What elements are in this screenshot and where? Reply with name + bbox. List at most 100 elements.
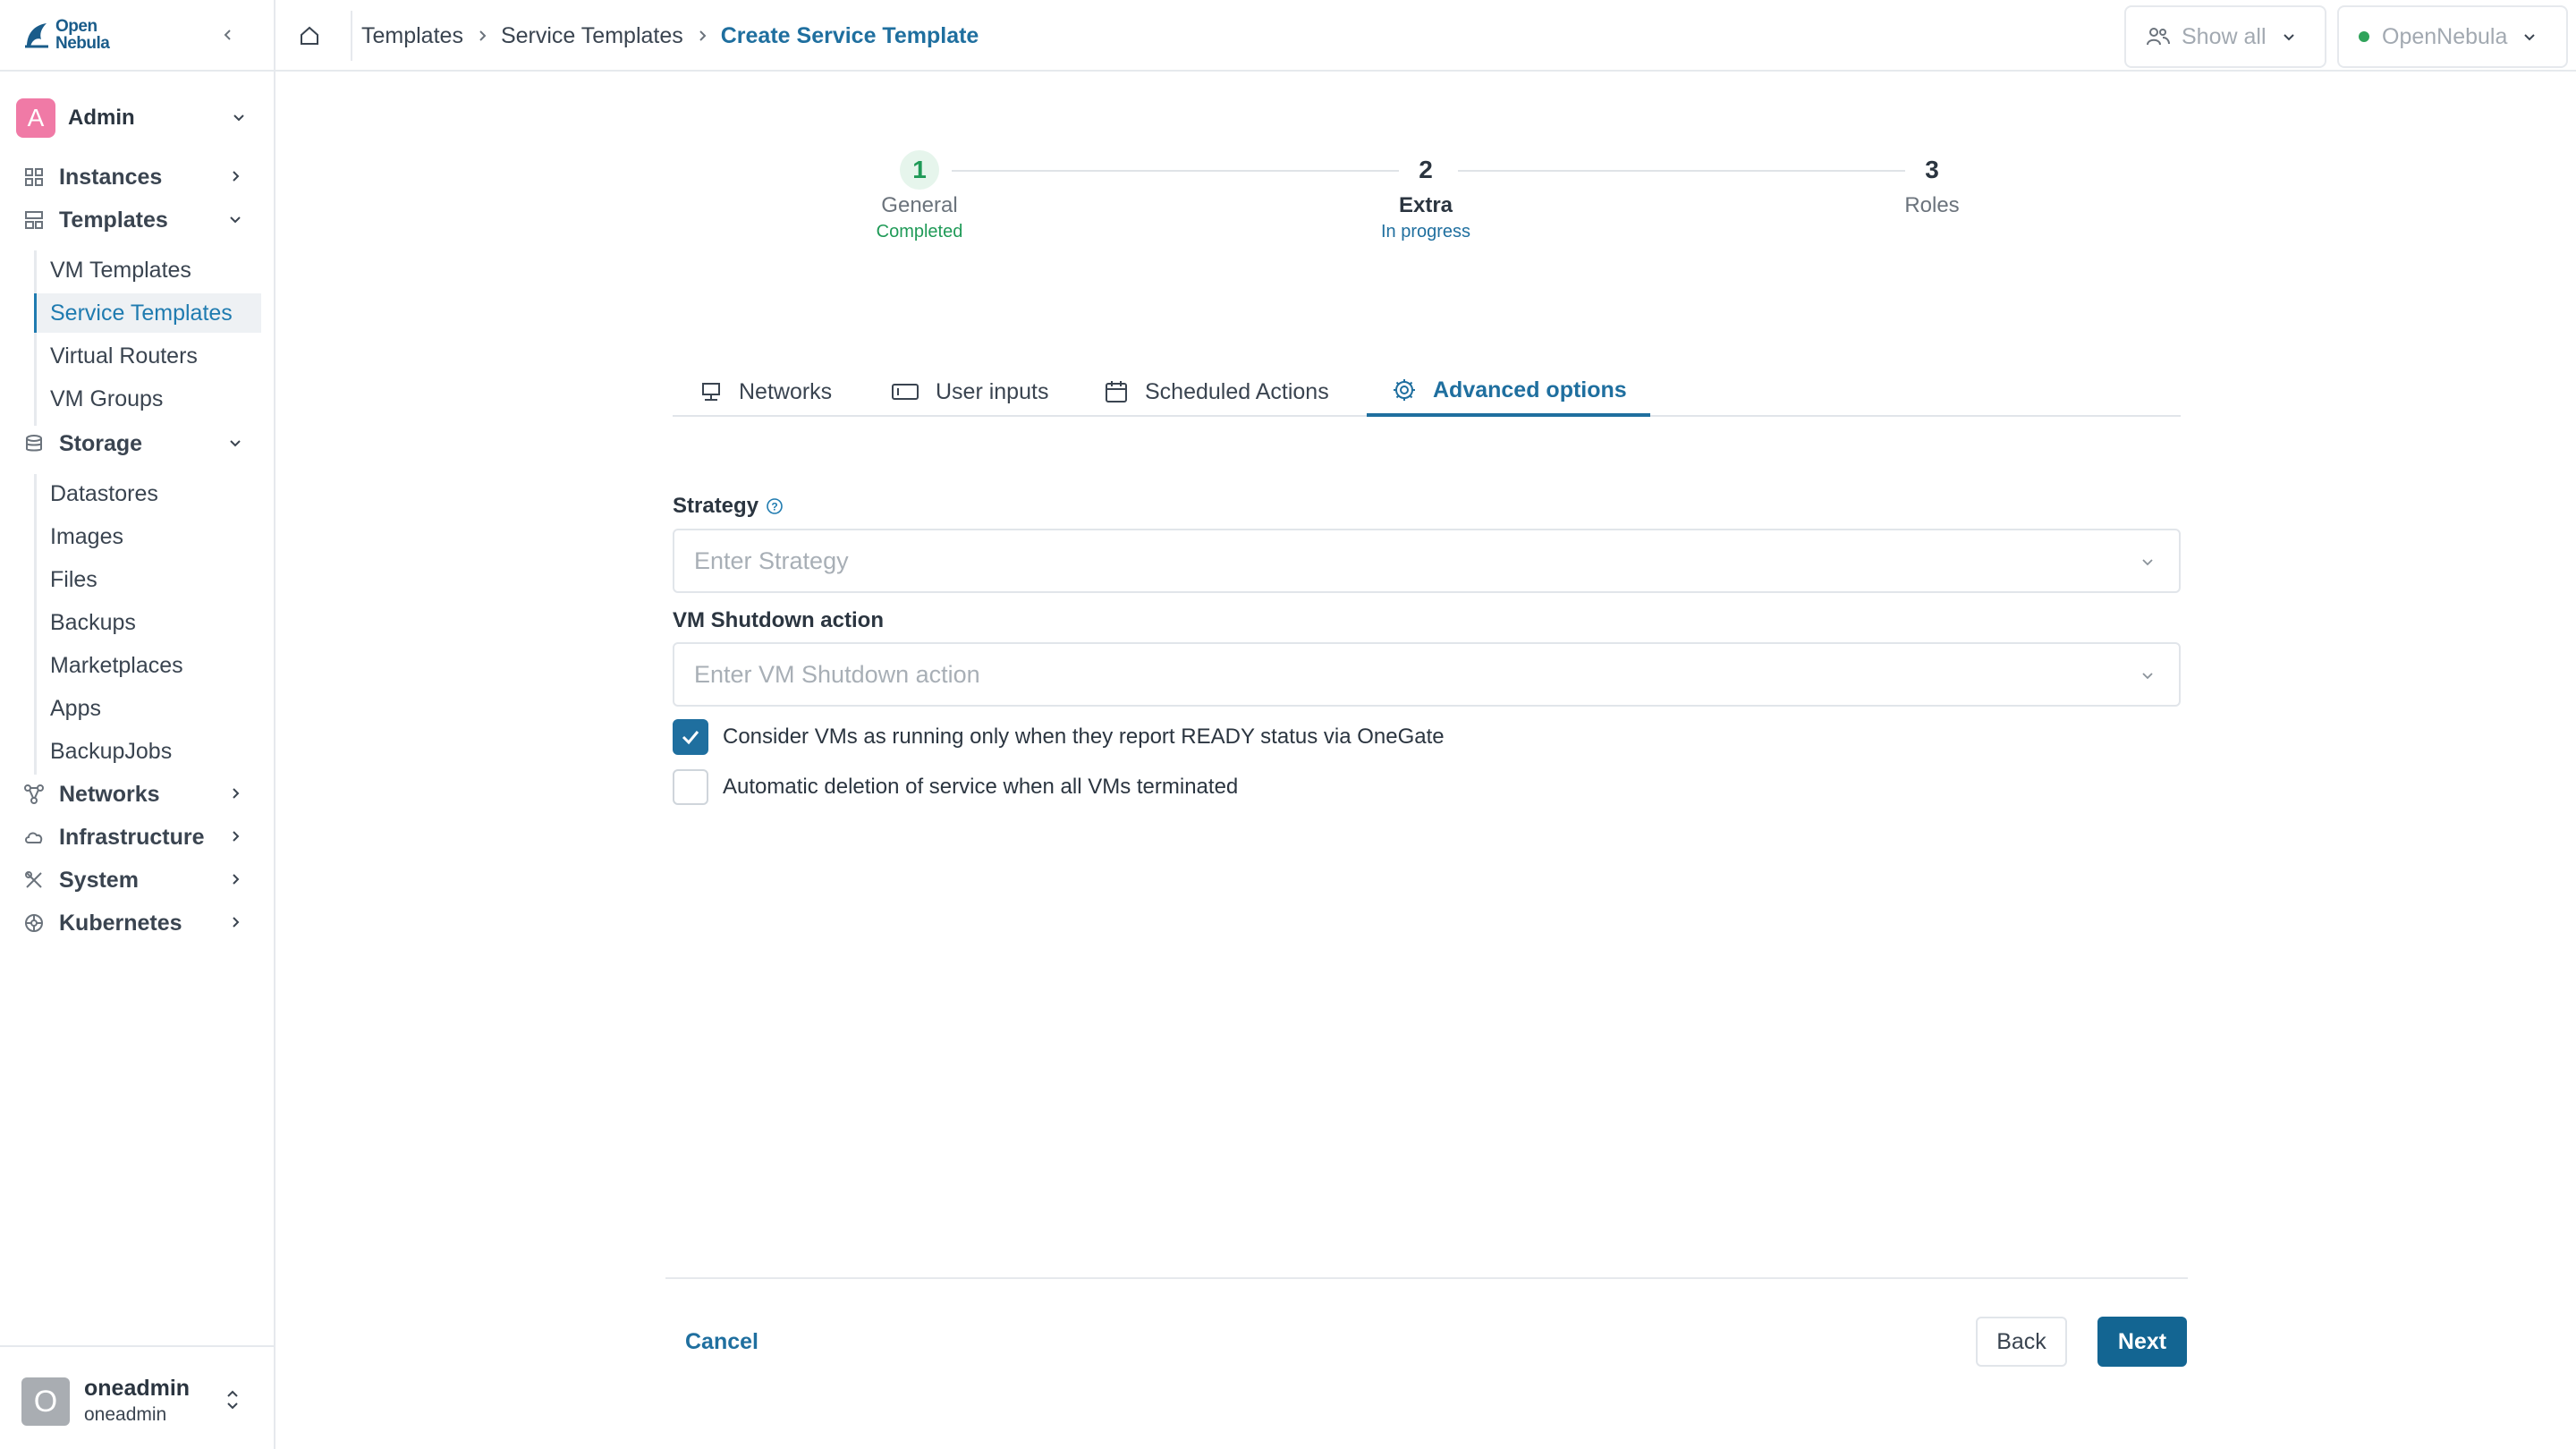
group-filter-select[interactable]: Show all (2124, 5, 2326, 68)
tab-user-inputs[interactable]: User inputs (891, 367, 1048, 417)
chevron-down-icon (2524, 34, 2536, 41)
chevron-up-down-icon (227, 1390, 238, 1410)
account-switcher[interactable]: A Admin (16, 97, 259, 140)
sidebar-item-virtual-routers[interactable]: Virtual Routers (34, 336, 261, 376)
sidebar-item-apps[interactable]: Apps (34, 689, 261, 728)
nav-system[interactable]: System (21, 862, 256, 898)
auto-delete-checkbox[interactable] (673, 769, 708, 805)
nav-templates-label: Templates (59, 207, 168, 233)
topbar: Templates Service Templates Create Servi… (275, 0, 2576, 72)
sidebar-item-marketplaces[interactable]: Marketplaces (34, 646, 261, 685)
sidebar-item-service-templates[interactable]: Service Templates (34, 293, 261, 333)
breadcrumb: Templates Service Templates Create Servi… (361, 20, 979, 52)
auto-delete-label[interactable]: Automatic deletion of service when all V… (723, 775, 1238, 800)
extra-tabs: Networks User inputs Scheduled Actions A… (673, 367, 2181, 417)
ready-status-checkbox[interactable] (673, 719, 708, 755)
kubernetes-icon (21, 911, 47, 936)
nav-instances-label: Instances (59, 164, 163, 190)
strategy-label: Strategy (673, 494, 759, 518)
network-icon (21, 782, 47, 807)
sidebar-item-images[interactable]: Images (34, 517, 261, 556)
chevron-down-icon (2142, 673, 2153, 680)
account-avatar: A (16, 98, 55, 138)
template-icon (21, 208, 47, 233)
chevron-right-icon (233, 917, 240, 928)
nav-kubernetes[interactable]: Kubernetes (21, 905, 256, 941)
next-button[interactable]: Next (2097, 1317, 2187, 1367)
nav-templates[interactable]: Templates (21, 202, 256, 238)
shutdown-label-row: VM Shutdown action (673, 608, 884, 633)
account-name: Admin (68, 106, 135, 130)
svg-text:?: ? (771, 501, 777, 513)
shutdown-placeholder: Enter VM Shutdown action (694, 660, 980, 688)
zone-select[interactable]: OpenNebula (2337, 5, 2568, 68)
chevron-left-icon (224, 30, 231, 40)
tab-advanced-options[interactable]: Advanced options (1367, 367, 1650, 417)
nav-networks[interactable]: Networks (21, 776, 256, 812)
sidebar-item-files[interactable]: Files (34, 560, 261, 599)
help-icon[interactable]: ? (766, 497, 784, 515)
sidebar: Open Nebula A Admin Instances Templates … (0, 0, 275, 1449)
vm-shutdown-action-select[interactable]: Enter VM Shutdown action (673, 642, 2181, 707)
step-extra[interactable]: 2 Extra In progress (1327, 150, 1524, 242)
topbar-divider (351, 11, 352, 61)
chevron-right-icon (233, 874, 240, 885)
step-number-badge: 2 (1406, 150, 1445, 190)
strategy-select[interactable]: Enter Strategy (673, 529, 2181, 593)
home-icon (301, 26, 318, 45)
logo-text-nebula: Nebula (55, 34, 110, 53)
tab-label: User inputs (936, 378, 1049, 404)
app-root: Open Nebula A Admin Instances Templates … (0, 0, 2576, 1449)
sidebar-item-vm-templates[interactable]: VM Templates (34, 250, 261, 290)
shutdown-label: VM Shutdown action (673, 608, 884, 632)
chevron-right-icon (696, 30, 708, 42)
sidebar-item-backupjobs[interactable]: BackupJobs (34, 732, 261, 771)
opennebula-logo[interactable]: Open Nebula (21, 17, 110, 53)
step-title: General (881, 193, 958, 217)
ready-status-option: Consider VMs as running only when they r… (673, 718, 1445, 756)
calendar-icon (1104, 379, 1129, 404)
group-filter-value: Show all (2182, 23, 2267, 49)
step-number: 1 (912, 156, 927, 183)
breadcrumb-service-templates[interactable]: Service Templates (501, 23, 683, 49)
nav-system-label: System (59, 867, 139, 893)
nav-infrastructure-label: Infrastructure (59, 824, 205, 850)
tab-networks[interactable]: Networks (699, 367, 832, 417)
nav-kubernetes-label: Kubernetes (59, 910, 182, 936)
step-status: In progress (1380, 222, 1471, 242)
step-roles[interactable]: 3 Roles (1834, 150, 2030, 218)
user-name: oneadmin (84, 1376, 191, 1401)
back-button[interactable]: Back (1976, 1317, 2067, 1367)
actions-divider (665, 1277, 2188, 1279)
chevron-right-icon (233, 831, 240, 842)
user-avatar: O (21, 1377, 70, 1426)
sidebar-user-menu[interactable]: O oneadmin oneadmin (0, 1345, 274, 1449)
strategy-placeholder: Enter Strategy (694, 547, 849, 574)
step-general[interactable]: 1 General Completed (821, 150, 1018, 242)
nav-infrastructure[interactable]: Infrastructure (21, 819, 256, 855)
ready-status-label[interactable]: Consider VMs as running only when they r… (723, 724, 1445, 750)
sidebar-item-backups[interactable]: Backups (34, 603, 261, 642)
nav-storage[interactable]: Storage (21, 426, 256, 462)
logo-text-open: Open (55, 17, 97, 36)
tab-scheduled-actions[interactable]: Scheduled Actions (1104, 367, 1329, 417)
home-button[interactable] (293, 20, 326, 52)
breadcrumb-templates[interactable]: Templates (361, 23, 463, 49)
nav-storage-label: Storage (59, 430, 143, 456)
tab-label: Scheduled Actions (1145, 378, 1329, 404)
strategy-label-row: Strategy ? (673, 494, 784, 519)
nav-instances[interactable]: Instances (21, 159, 256, 195)
users-icon (2147, 28, 2170, 46)
sidebar-item-vm-groups[interactable]: VM Groups (34, 379, 261, 419)
grid-icon (21, 165, 47, 190)
cloud-icon (21, 825, 47, 850)
tools-icon (21, 868, 47, 893)
breadcrumb-current: Create Service Template (720, 22, 979, 48)
collapse-sidebar-button[interactable] (215, 21, 242, 48)
cancel-button[interactable]: Cancel (673, 1317, 771, 1367)
step-title: Extra (1398, 193, 1453, 217)
zone-status-dot (2359, 31, 2369, 42)
storage-icon (21, 431, 47, 456)
step-number: 3 (1925, 156, 1939, 183)
sidebar-item-datastores[interactable]: Datastores (34, 474, 261, 513)
